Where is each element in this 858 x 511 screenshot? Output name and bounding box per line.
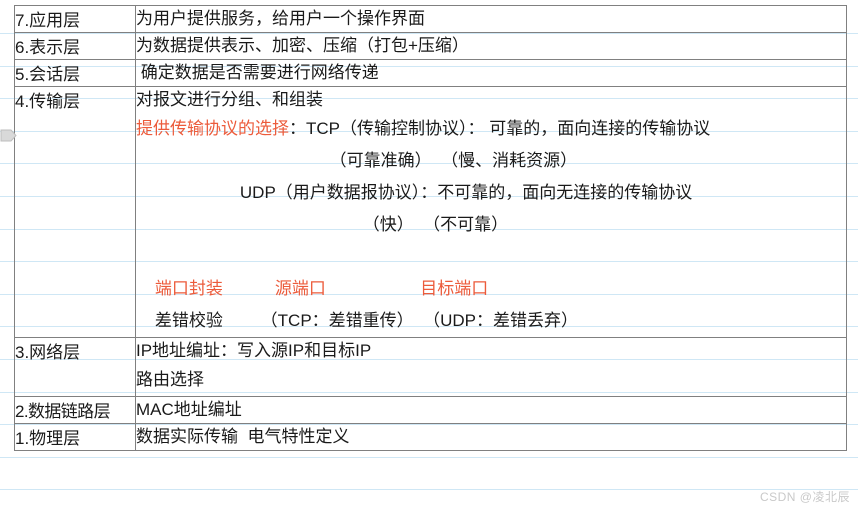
- layer-name-cell: 6.表示层: [14, 32, 136, 60]
- description-line: 数据实际传输 电气特性定义: [136, 424, 846, 450]
- highlight-text: 端口封装 源端口 目标端口: [136, 279, 489, 298]
- description-line: （可靠准确） （慢、消耗资源）: [136, 145, 846, 177]
- layer-name-cell: 1.物理层: [14, 423, 136, 451]
- body-text: 路由选择: [136, 370, 204, 389]
- body-text: 对报文进行分组、和组装: [136, 90, 323, 109]
- table-row: 2.数据链路层 MAC地址编址: [14, 396, 847, 424]
- description-line: 提供传输协议的选择：TCP（传输控制协议）： 可靠的，面向连接的传输协议: [136, 113, 846, 145]
- layer-description-cell: 对报文进行分组、和组装 提供传输协议的选择：TCP（传输控制协议）： 可靠的，面向…: [135, 86, 847, 338]
- body-text: （快） （不可靠）: [136, 215, 509, 234]
- table-row: 1.物理层 数据实际传输 电气特性定义: [14, 423, 847, 451]
- layer-description-cell: 为数据提供表示、加密、压缩（打包+压缩）: [135, 32, 847, 60]
- body-text: UDP（用户数据报协议）：不可靠的，面向无连接的传输协议: [136, 183, 693, 202]
- table-row: 3.网络层 IP地址编址：写入源IP和目标IP 路由选择: [14, 337, 847, 397]
- description-line: MAC地址编址: [136, 397, 846, 423]
- osi-model-document: 7.应用层 为用户提供服务，给用户一个操作界面 6.表示层 为数据提供表示、加密、压缩…: [0, 0, 858, 511]
- body-text: ：TCP（传输控制协议）： 可靠的，面向连接的传输协议: [289, 119, 711, 138]
- layer-description-cell: MAC地址编址: [135, 396, 847, 424]
- table-row: 4.传输层 对报文进行分组、和组装 提供传输协议的选择：TCP（传输控制协议）： 可…: [14, 86, 847, 338]
- layer-description-cell: 确定数据是否需要进行网络传递: [135, 59, 847, 87]
- layer-name-cell: 2.数据链路层: [14, 396, 136, 424]
- description-line: 确定数据是否需要进行网络传递: [136, 60, 846, 86]
- layer-description-cell: 为用户提供服务，给用户一个操作界面: [135, 5, 847, 33]
- body-text: 为用户提供服务，给用户一个操作界面: [136, 9, 425, 28]
- layer-description-cell: 数据实际传输 电气特性定义: [135, 423, 847, 451]
- csdn-watermark: CSDN @凌北辰: [759, 490, 850, 504]
- description-line: UDP（用户数据报协议）：不可靠的，面向无连接的传输协议: [136, 177, 846, 209]
- table-row: 5.会话层 确定数据是否需要进行网络传递: [14, 59, 847, 87]
- description-line: [136, 241, 846, 273]
- body-text: 差错校验 （TCP：差错重传） （UDP：差错丢弃）: [136, 311, 579, 330]
- layer-name-cell: 4.传输层: [14, 86, 136, 338]
- table-row: 7.应用层 为用户提供服务，给用户一个操作界面: [14, 5, 847, 33]
- description-line: （快） （不可靠）: [136, 209, 846, 241]
- description-line: IP地址编址：写入源IP和目标IP: [136, 338, 846, 364]
- body-text: IP地址编址：写入源IP和目标IP: [136, 341, 372, 360]
- layer-description-cell: IP地址编址：写入源IP和目标IP 路由选择: [135, 337, 847, 397]
- layer-name-cell: 5.会话层: [14, 59, 136, 87]
- body-text: MAC地址编址: [136, 400, 242, 419]
- body-text: 数据实际传输 电气特性定义: [136, 427, 350, 446]
- description-line: 差错校验 （TCP：差错重传） （UDP：差错丢弃）: [136, 305, 846, 337]
- description-line: 为数据提供表示、加密、压缩（打包+压缩）: [136, 33, 846, 59]
- body-text: （可靠准确） （慢、消耗资源）: [136, 151, 578, 170]
- description-line: 路由选择: [136, 364, 846, 396]
- osi-layer-table: 7.应用层 为用户提供服务，给用户一个操作界面 6.表示层 为数据提供表示、加密、压缩…: [14, 5, 847, 451]
- layer-name-cell: 3.网络层: [14, 337, 136, 397]
- highlight-text: 提供传输协议的选择: [136, 119, 289, 138]
- paragraph-collapse-marker-icon[interactable]: [0, 128, 18, 143]
- body-text: 为数据提供表示、加密、压缩（打包+压缩）: [136, 36, 469, 55]
- description-line: 对报文进行分组、和组装: [136, 87, 846, 113]
- layer-name-cell: 7.应用层: [14, 5, 136, 33]
- table-row: 6.表示层 为数据提供表示、加密、压缩（打包+压缩）: [14, 32, 847, 60]
- description-line: 端口封装 源端口 目标端口: [136, 273, 846, 305]
- body-text: 确定数据是否需要进行网络传递: [136, 63, 379, 82]
- description-line: 为用户提供服务，给用户一个操作界面: [136, 6, 846, 32]
